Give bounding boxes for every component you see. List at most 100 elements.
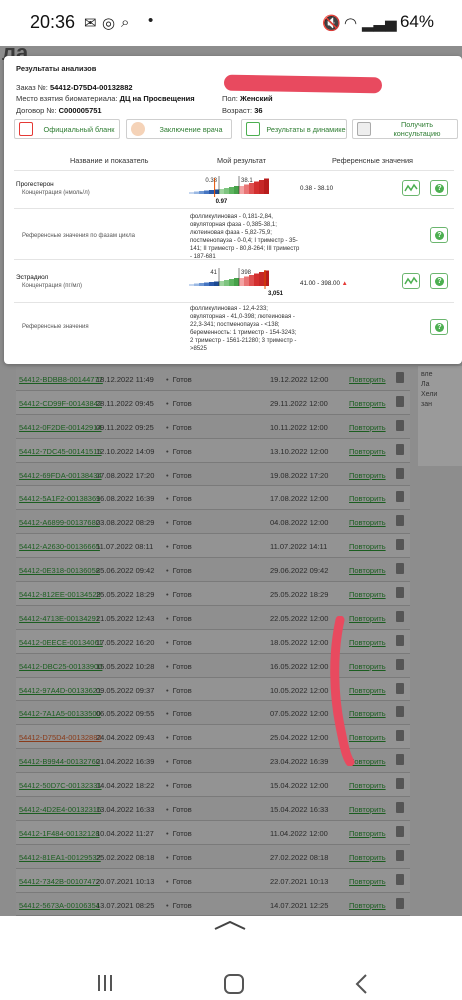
consult-button[interactable]: Получить консультацию <box>352 119 458 139</box>
reference-text-line: 2 триместр - 1561-21280; 3 триместр - <box>190 338 297 344</box>
order-status: Готов <box>166 447 192 456</box>
print-icon[interactable] <box>396 419 404 431</box>
print-icon[interactable] <box>396 443 404 455</box>
order-link[interactable]: 54412-BDBB8-00144777 <box>19 375 103 384</box>
gauge-segment-normal <box>219 189 224 194</box>
repeat-link[interactable]: Повторить <box>349 494 386 503</box>
repeat-link[interactable]: Повторить <box>349 423 386 432</box>
order-link[interactable]: 54412-DBC25-00133900 <box>19 662 102 671</box>
order-link[interactable]: 54412-5673A-00106354 <box>19 901 100 910</box>
repeat-link[interactable]: Повторить <box>349 590 386 599</box>
contract-info: Договор №: C000005751 <box>16 106 102 115</box>
order-link[interactable]: 54412-5A1F2-00138369 <box>19 494 100 503</box>
repeat-link[interactable]: Повторить <box>349 877 386 886</box>
home-button[interactable] <box>224 974 244 994</box>
order-link[interactable]: 54412-1F484-00132128 <box>19 829 100 838</box>
order-link[interactable]: 54412-69FDA-00138434 <box>19 471 102 480</box>
order-link[interactable]: 54412-0E318-00136058 <box>19 566 100 575</box>
print-icon[interactable] <box>396 897 404 909</box>
order-link[interactable]: 54412-D75D4-00132882 <box>19 733 102 742</box>
print-icon[interactable] <box>396 610 404 622</box>
print-icon[interactable] <box>396 372 404 383</box>
gauge-segment-normal <box>229 279 234 286</box>
ready-date: 18.05.2022 12:00 <box>270 637 329 647</box>
dynamics-icon-button[interactable] <box>402 273 420 289</box>
help-button[interactable]: ? <box>430 180 448 196</box>
repeat-link[interactable]: Повторить <box>349 829 386 838</box>
help-button[interactable]: ? <box>430 319 448 335</box>
order-link[interactable]: 54412-A6899-00137682 <box>19 518 100 527</box>
print-icon[interactable] <box>396 825 404 837</box>
gauge-segment-normal <box>234 278 239 286</box>
order-link[interactable]: 54412-4713E-00134291 <box>19 614 100 623</box>
gauge-segment-low <box>204 282 209 286</box>
order-link[interactable]: 54412-CD99F-00143842 <box>19 399 102 408</box>
gauge-segment-low <box>194 283 199 286</box>
print-icon[interactable] <box>396 682 404 694</box>
chevron-up-icon[interactable] <box>213 920 247 930</box>
repeat-link[interactable]: Повторить <box>349 471 386 480</box>
clock: 20:36 <box>30 12 76 32</box>
order-link[interactable]: 54412-4D2E4-00132316 <box>19 805 101 814</box>
repeat-link[interactable]: Повторить <box>349 805 386 814</box>
print-icon[interactable] <box>396 873 404 885</box>
order-status: Готов <box>166 853 192 862</box>
print-icon[interactable] <box>396 849 404 861</box>
repeat-link[interactable]: Повторить <box>349 566 386 575</box>
gauge-segment-high <box>244 276 249 286</box>
arrow-up-icon: ▲ <box>341 280 348 287</box>
print-icon[interactable] <box>396 515 404 527</box>
print-icon[interactable] <box>396 754 404 766</box>
help-button[interactable]: ? <box>430 227 448 243</box>
gauge-segment-low <box>214 281 219 286</box>
print-icon[interactable] <box>396 539 404 551</box>
print-icon[interactable] <box>396 491 404 503</box>
print-icon[interactable] <box>396 563 404 575</box>
recent-apps-button[interactable] <box>96 974 114 992</box>
reference-text-line: овуляторная - 41,0-398; лютеиновая - <box>190 314 295 320</box>
side-text-line: Ла <box>421 381 430 388</box>
print-icon[interactable] <box>396 587 404 599</box>
help-button[interactable]: ? <box>430 273 448 289</box>
dynamics-button[interactable]: Результаты в динамике <box>241 119 347 139</box>
order-label: Заказ №: <box>16 83 48 92</box>
repeat-link[interactable]: Повторить <box>349 853 386 862</box>
print-icon[interactable] <box>396 658 404 670</box>
order-link[interactable]: 54412-0EECE-00134061 <box>19 638 103 647</box>
repeat-link[interactable]: Повторить <box>349 901 386 910</box>
back-button[interactable] <box>354 973 368 995</box>
print-icon[interactable] <box>396 802 404 814</box>
official-form-button[interactable]: Официальный бланк <box>14 119 120 139</box>
repeat-link[interactable]: Повторить <box>349 399 386 408</box>
order-link[interactable]: 54412-A2630-00136665 <box>19 542 100 551</box>
ready-date: 04.08.2022 12:00 <box>270 518 329 528</box>
question-icon: ? <box>435 323 444 332</box>
dynamics-icon-button[interactable] <box>402 180 420 196</box>
doctor-conclusion-button[interactable]: Заключение врача <box>126 119 232 139</box>
repeat-link[interactable]: Повторить <box>349 375 386 384</box>
print-icon[interactable] <box>396 730 404 742</box>
order-link[interactable]: 54412-50D7C-00132331 <box>19 781 102 790</box>
repeat-link[interactable]: Повторить <box>349 542 386 551</box>
repeat-link[interactable]: Повторить <box>349 518 386 527</box>
repeat-link[interactable]: Повторить <box>349 781 386 790</box>
print-icon[interactable] <box>396 467 404 479</box>
order-link[interactable]: 54412-7DC45-00141515 <box>19 447 102 456</box>
order-link[interactable]: 54412-812EE-00134529 <box>19 590 101 599</box>
order-link[interactable]: 54412-81EA1-00129532 <box>19 853 101 862</box>
print-icon[interactable] <box>396 778 404 790</box>
gmail-icon: ✉ <box>84 15 97 32</box>
order-link[interactable]: 54412-7342B-00107472 <box>19 877 100 886</box>
print-icon[interactable] <box>396 634 404 646</box>
order-link[interactable]: 54412-0F2DE-00142914 <box>19 423 102 432</box>
order-link[interactable]: 54412-97A4D-00133621 <box>19 686 101 695</box>
order-date: 09.11.2022 09:25 <box>96 422 154 432</box>
repeat-link[interactable]: Повторить <box>349 447 386 456</box>
order-link[interactable]: 54412-B9944-00132760 <box>19 757 100 766</box>
reference-text-line: фолликулиновая - 0,181-2,84, <box>190 214 273 220</box>
table-row: 54412-A2630-0013666511.07.2022 08:11 Гото… <box>16 534 410 559</box>
print-icon[interactable] <box>396 395 404 407</box>
instagram-icon: ◎ <box>102 15 116 32</box>
print-icon[interactable] <box>396 706 404 718</box>
order-link[interactable]: 54412-7A1A5-00133500 <box>19 709 101 718</box>
